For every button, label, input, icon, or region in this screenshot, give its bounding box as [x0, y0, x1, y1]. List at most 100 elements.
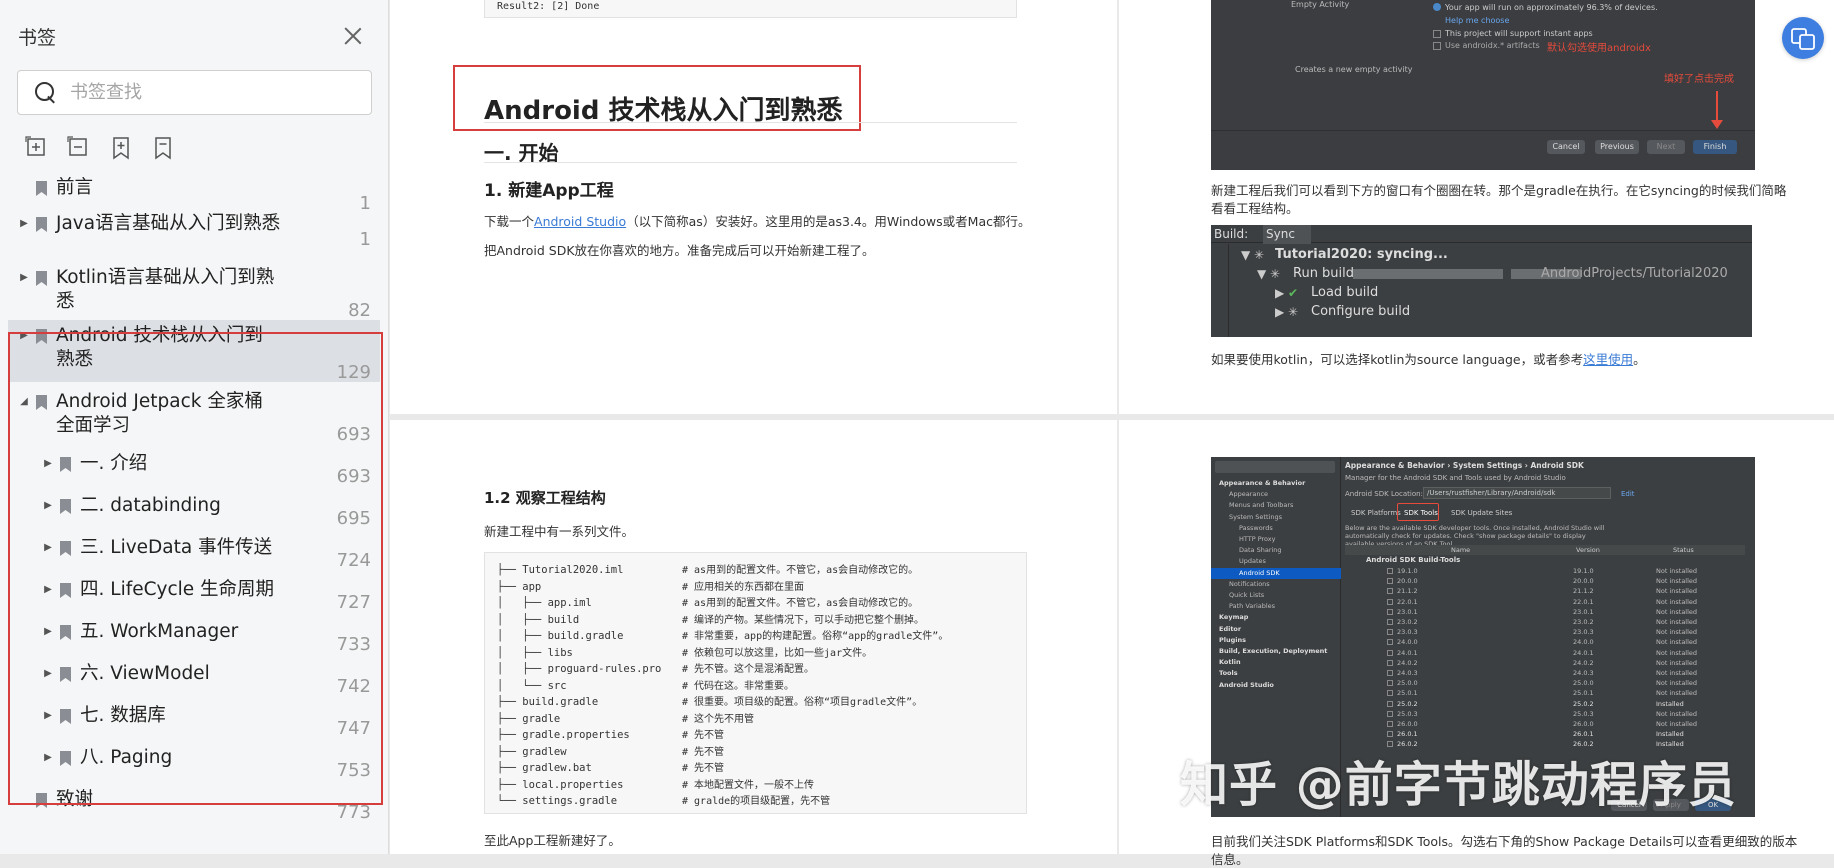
sdk-row-version: 24.0.3	[1573, 669, 1594, 677]
code-comment: # 这个先不用管	[682, 713, 755, 725]
sdk-row-status: Installed	[1656, 699, 1684, 708]
expand-arrow-icon[interactable]: ▶	[41, 625, 55, 639]
settings-nav-item: Updates	[1239, 557, 1266, 566]
sdk-row-version: 21.1.2	[1573, 587, 1594, 596]
sidebar-title: 书签	[18, 27, 57, 49]
bookmark-item[interactable]: 致谢 773	[0, 788, 389, 824]
run-build-label: Run build	[1293, 266, 1355, 281]
sdk-row-status: Not installed	[1656, 597, 1698, 606]
checkbox-icon	[1387, 690, 1393, 697]
code-line: ├── app # 应用相关的东西都在里面	[497, 578, 804, 593]
settings-nav-item: Kotlin	[1219, 658, 1241, 667]
bookmark-item[interactable]: ▶ Java语言基础从入门到熟悉 1	[0, 212, 389, 250]
bookmark-icon[interactable]	[151, 136, 175, 160]
expand-all-icon[interactable]	[25, 136, 49, 160]
expand-arrow-icon[interactable]: ▶	[41, 709, 55, 723]
screenshot-text: Empty Activity	[1291, 0, 1350, 9]
expand-arrow-icon[interactable]: ▶	[17, 217, 31, 231]
collapse-arrow-icon[interactable]: ◢	[17, 395, 31, 409]
bookmark-label: Kotlin语言基础从入门到熟悉	[56, 267, 275, 312]
expand-arrow-icon[interactable]: ▶	[41, 457, 55, 471]
sdk-location-value: /Users/rustfisher/Library/Android/sdk	[1427, 489, 1556, 497]
settings-breadcrumb: Appearance & Behavior › System Settings …	[1345, 461, 1584, 470]
expand-arrow-icon[interactable]: ▶	[17, 271, 31, 285]
bookmark-item[interactable]: ▶ Kotlin语言基础从入门到熟悉 82	[0, 266, 389, 326]
column-header: Version	[1576, 546, 1600, 554]
paragraph: 如果要使用kotlin，可以选择kotlin为source language，或…	[1211, 349, 1646, 368]
column-header: Name	[1451, 546, 1471, 554]
code-comment: # 先不管。这个是混淆配置。	[682, 664, 815, 675]
settings-nav-item: System Settings	[1229, 512, 1282, 521]
sdk-row-status: Not installed	[1656, 679, 1698, 688]
divider	[484, 122, 1017, 123]
bookmark-page-number: 724	[336, 550, 371, 571]
usage-link[interactable]: 这里使用	[1583, 352, 1633, 367]
code-comment: # 本地配置文件，一般不上传	[682, 779, 815, 791]
bookmark-search-box[interactable]	[17, 70, 372, 115]
column-header: Status	[1673, 546, 1694, 554]
build-sync-screenshot: Build: Sync ▼ ✳ Tutorial2020: syncing...…	[1211, 225, 1752, 337]
bookmark-item[interactable]: ▶ 三. LiveData 事件传送 724	[0, 536, 389, 572]
expand-arrow-icon[interactable]: ▶	[17, 329, 31, 343]
bookmark-search-input[interactable]	[70, 82, 350, 103]
sdk-row-version: 25.0.3	[1573, 709, 1594, 718]
sdk-row-status: Not installed	[1656, 709, 1698, 718]
close-icon[interactable]	[338, 22, 368, 52]
bookmark-page-number: 693	[336, 466, 371, 487]
settings-nav-item: Build, Execution, Deployment	[1219, 647, 1328, 655]
cancel-button: Cancel	[1547, 140, 1585, 154]
sdk-row-version: 25.0.0	[1573, 679, 1594, 688]
sdk-row-version: 23.0.2	[1573, 618, 1594, 626]
bookmark-flag-icon	[60, 709, 71, 724]
collapse-all-icon[interactable]	[67, 136, 91, 160]
bookmark-item[interactable]: ▶ 五. WorkManager 733	[0, 620, 389, 656]
bookmark-page-number: 693	[336, 424, 371, 445]
code-comment: # gralde的项目级配置，先不管	[682, 796, 831, 807]
sdk-row-status: Not installed	[1656, 638, 1698, 647]
bookmark-flag-icon	[60, 667, 71, 682]
bookmark-item[interactable]: ▶ 八. Paging 753	[0, 746, 389, 782]
bookmark-flag-icon	[60, 583, 71, 598]
bookmark-flag-icon	[60, 751, 71, 766]
android-studio-link[interactable]: Android Studio	[534, 214, 626, 229]
bookmark-item[interactable]: ▶ 一. 介绍 693	[0, 452, 389, 488]
paragraph: 新建工程中有一系列文件。	[484, 524, 635, 539]
bookmark-item[interactable]: ▶ 二. databinding 695	[0, 494, 389, 530]
file-path: ├── build.gradle	[497, 696, 599, 708]
sdk-row-version: 25.0.1	[1573, 689, 1594, 698]
bookmark-item[interactable]: ▶ 七. 数据库 747	[0, 704, 389, 740]
code-line: ├── build.gradle # 很重要。项目级的配置。俗称“项目gradle…	[497, 693, 922, 708]
bookmark-label: 六. ViewModel	[80, 663, 210, 684]
code-comment: # as用到的配置文件。不管它，as会自动修改它的。	[682, 565, 919, 576]
bookmark-item[interactable]: ◢ Android Jetpack 全家桶全面学习 693	[0, 390, 389, 450]
expand-arrow-icon[interactable]: ▶	[41, 499, 55, 513]
paragraph-text: 。	[1633, 352, 1646, 367]
bookmark-label: 致谢	[56, 789, 94, 810]
expand-arrow-icon[interactable]: ▶	[41, 541, 55, 555]
next-button: Next	[1647, 140, 1685, 154]
bookmark-flag-icon	[60, 625, 71, 640]
code-line: │ └── src # 代码在这。非常重要。	[497, 677, 794, 692]
expand-arrow-icon[interactable]: ▶	[41, 667, 55, 681]
bookmark-flag-icon	[36, 329, 47, 344]
settings-nav-item: Android Studio	[1219, 680, 1274, 689]
add-bookmark-icon[interactable]	[109, 136, 133, 160]
expand-arrow-icon[interactable]: ▶	[41, 583, 55, 597]
bookmark-item[interactable]: 前言 1	[0, 176, 389, 214]
avatar[interactable]	[1782, 17, 1824, 59]
screenshot-text: Android SDK Location:	[1345, 490, 1423, 498]
sdk-row-status: Not installed	[1656, 567, 1698, 575]
bookmark-label: 前言	[56, 177, 94, 198]
paragraph: 目前我们关注SDK Platforms和SDK Tools。勾选右下角的Show…	[1211, 834, 1798, 849]
checkbox-icon	[1387, 629, 1393, 636]
code-comment: # as用到的配置文件。不管它，as会自动修改它的。	[682, 598, 919, 609]
checkbox-icon	[1387, 710, 1393, 717]
bookmark-item[interactable]: ▶ 四. LifeCycle 生命周期 727	[0, 578, 389, 614]
file-path: └── settings.gradle	[497, 795, 618, 807]
bookmark-item[interactable]: ▶ 六. ViewModel 742	[0, 662, 389, 698]
bookmark-item[interactable]: ▶ Android 技术栈从入门到熟悉 129	[0, 320, 389, 383]
bookmark-sidebar: 书签 前言 1 ▶ Java语言基础从入门到熟悉 1 ▶ Kotlin语言基础从入门到熟悉 8…	[0, 0, 389, 854]
file-path: │ ├── build	[497, 613, 580, 626]
expand-arrow-icon[interactable]: ▶	[41, 751, 55, 765]
screenshot-text: Your app will run on approximately 96.3%…	[1445, 3, 1658, 12]
